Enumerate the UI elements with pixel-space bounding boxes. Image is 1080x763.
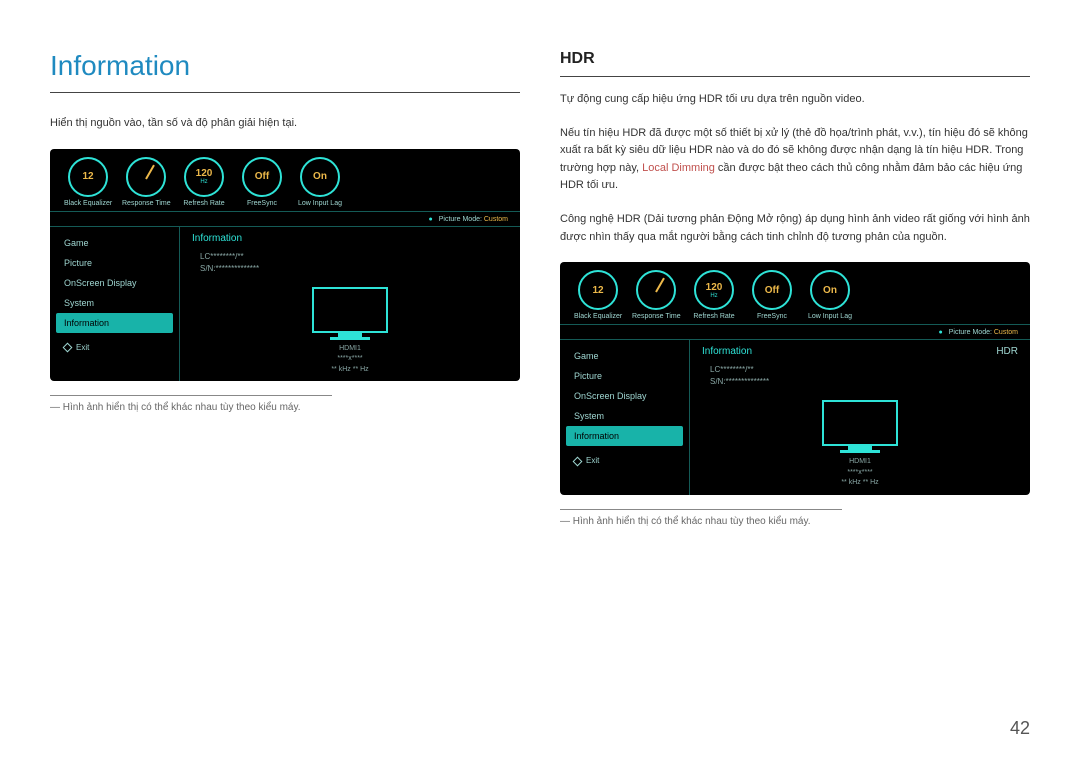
monitor-labels-r: HDMI1 ****x**** ** kHz ** Hz <box>702 457 1018 489</box>
exit-hint: Exit <box>50 333 179 360</box>
menu-item-picture[interactable]: Picture <box>560 366 689 386</box>
picture-mode-bar-r: ● Picture Mode: Custom <box>560 324 1030 340</box>
monitor-icon <box>310 287 390 340</box>
picture-mode-bar: ● Picture Mode: Custom <box>50 211 520 227</box>
dial-refresh-rate: 120HzRefresh Rate <box>690 270 738 320</box>
dial-response-time: Response Time <box>632 270 680 320</box>
dial-low-input-lag: OnLow Input Lag <box>806 270 854 320</box>
dial-response-time: Response Time <box>122 157 170 207</box>
info-line: S/N:************** <box>710 377 1018 386</box>
footnote-left: ― Hình ảnh hiển thị có thể khác nhau tùy… <box>50 395 332 413</box>
menu-item-onscreen-display[interactable]: OnScreen Display <box>50 273 179 293</box>
menu-item-system[interactable]: System <box>50 293 179 313</box>
desc-r3: Công nghệ HDR (Dải tương phản Động Mở rộ… <box>560 211 1030 246</box>
osd-panel-right: 12Black EqualizerResponse Time120HzRefre… <box>560 262 1030 495</box>
menu-item-information[interactable]: Information <box>566 426 683 446</box>
info-line: S/N:************** <box>200 264 508 273</box>
menu-item-onscreen-display[interactable]: OnScreen Display <box>560 386 689 406</box>
monitor-labels: HDMI1 ****x**** ** kHz ** Hz <box>192 344 508 376</box>
menu-item-picture[interactable]: Picture <box>50 253 179 273</box>
content-title-r: Information <box>702 346 752 357</box>
dial-black-equalizer: 12Black Equalizer <box>574 270 622 320</box>
exit-hint-r: Exit <box>560 446 689 473</box>
monitor-icon-r <box>820 400 900 453</box>
dial-refresh-rate: 120HzRefresh Rate <box>180 157 228 207</box>
dial-black-equalizer: 12Black Equalizer <box>64 157 112 207</box>
info-line: LC********/** <box>200 252 508 261</box>
menu-item-game[interactable]: Game <box>560 346 689 366</box>
hdr-label: HDR <box>996 346 1018 357</box>
desc-r2: Nếu tín hiệu HDR đã được một số thiết bị… <box>560 125 1030 195</box>
dial-freesync: OffFreeSync <box>748 270 796 320</box>
content-title: Information <box>192 233 242 244</box>
dial-freesync: OffFreeSync <box>238 157 286 207</box>
footnote-right: ― Hình ảnh hiển thị có thể khác nhau tùy… <box>560 509 842 527</box>
menu-item-system[interactable]: System <box>560 406 689 426</box>
menu-item-game[interactable]: Game <box>50 233 179 253</box>
info-line: LC********/** <box>710 365 1018 374</box>
dial-low-input-lag: OnLow Input Lag <box>296 157 344 207</box>
page-title-left: Information <box>50 50 520 93</box>
desc-r1: Tự động cung cấp hiệu ứng HDR tối ưu dựa… <box>560 91 1030 109</box>
menu-item-information[interactable]: Information <box>56 313 173 333</box>
section-title-hdr: HDR <box>560 50 1030 77</box>
desc-left: Hiển thị nguồn vào, tần số và độ phân gi… <box>50 115 520 133</box>
page-number: 42 <box>1010 718 1030 739</box>
osd-panel-left: 12Black EqualizerResponse Time120HzRefre… <box>50 149 520 382</box>
